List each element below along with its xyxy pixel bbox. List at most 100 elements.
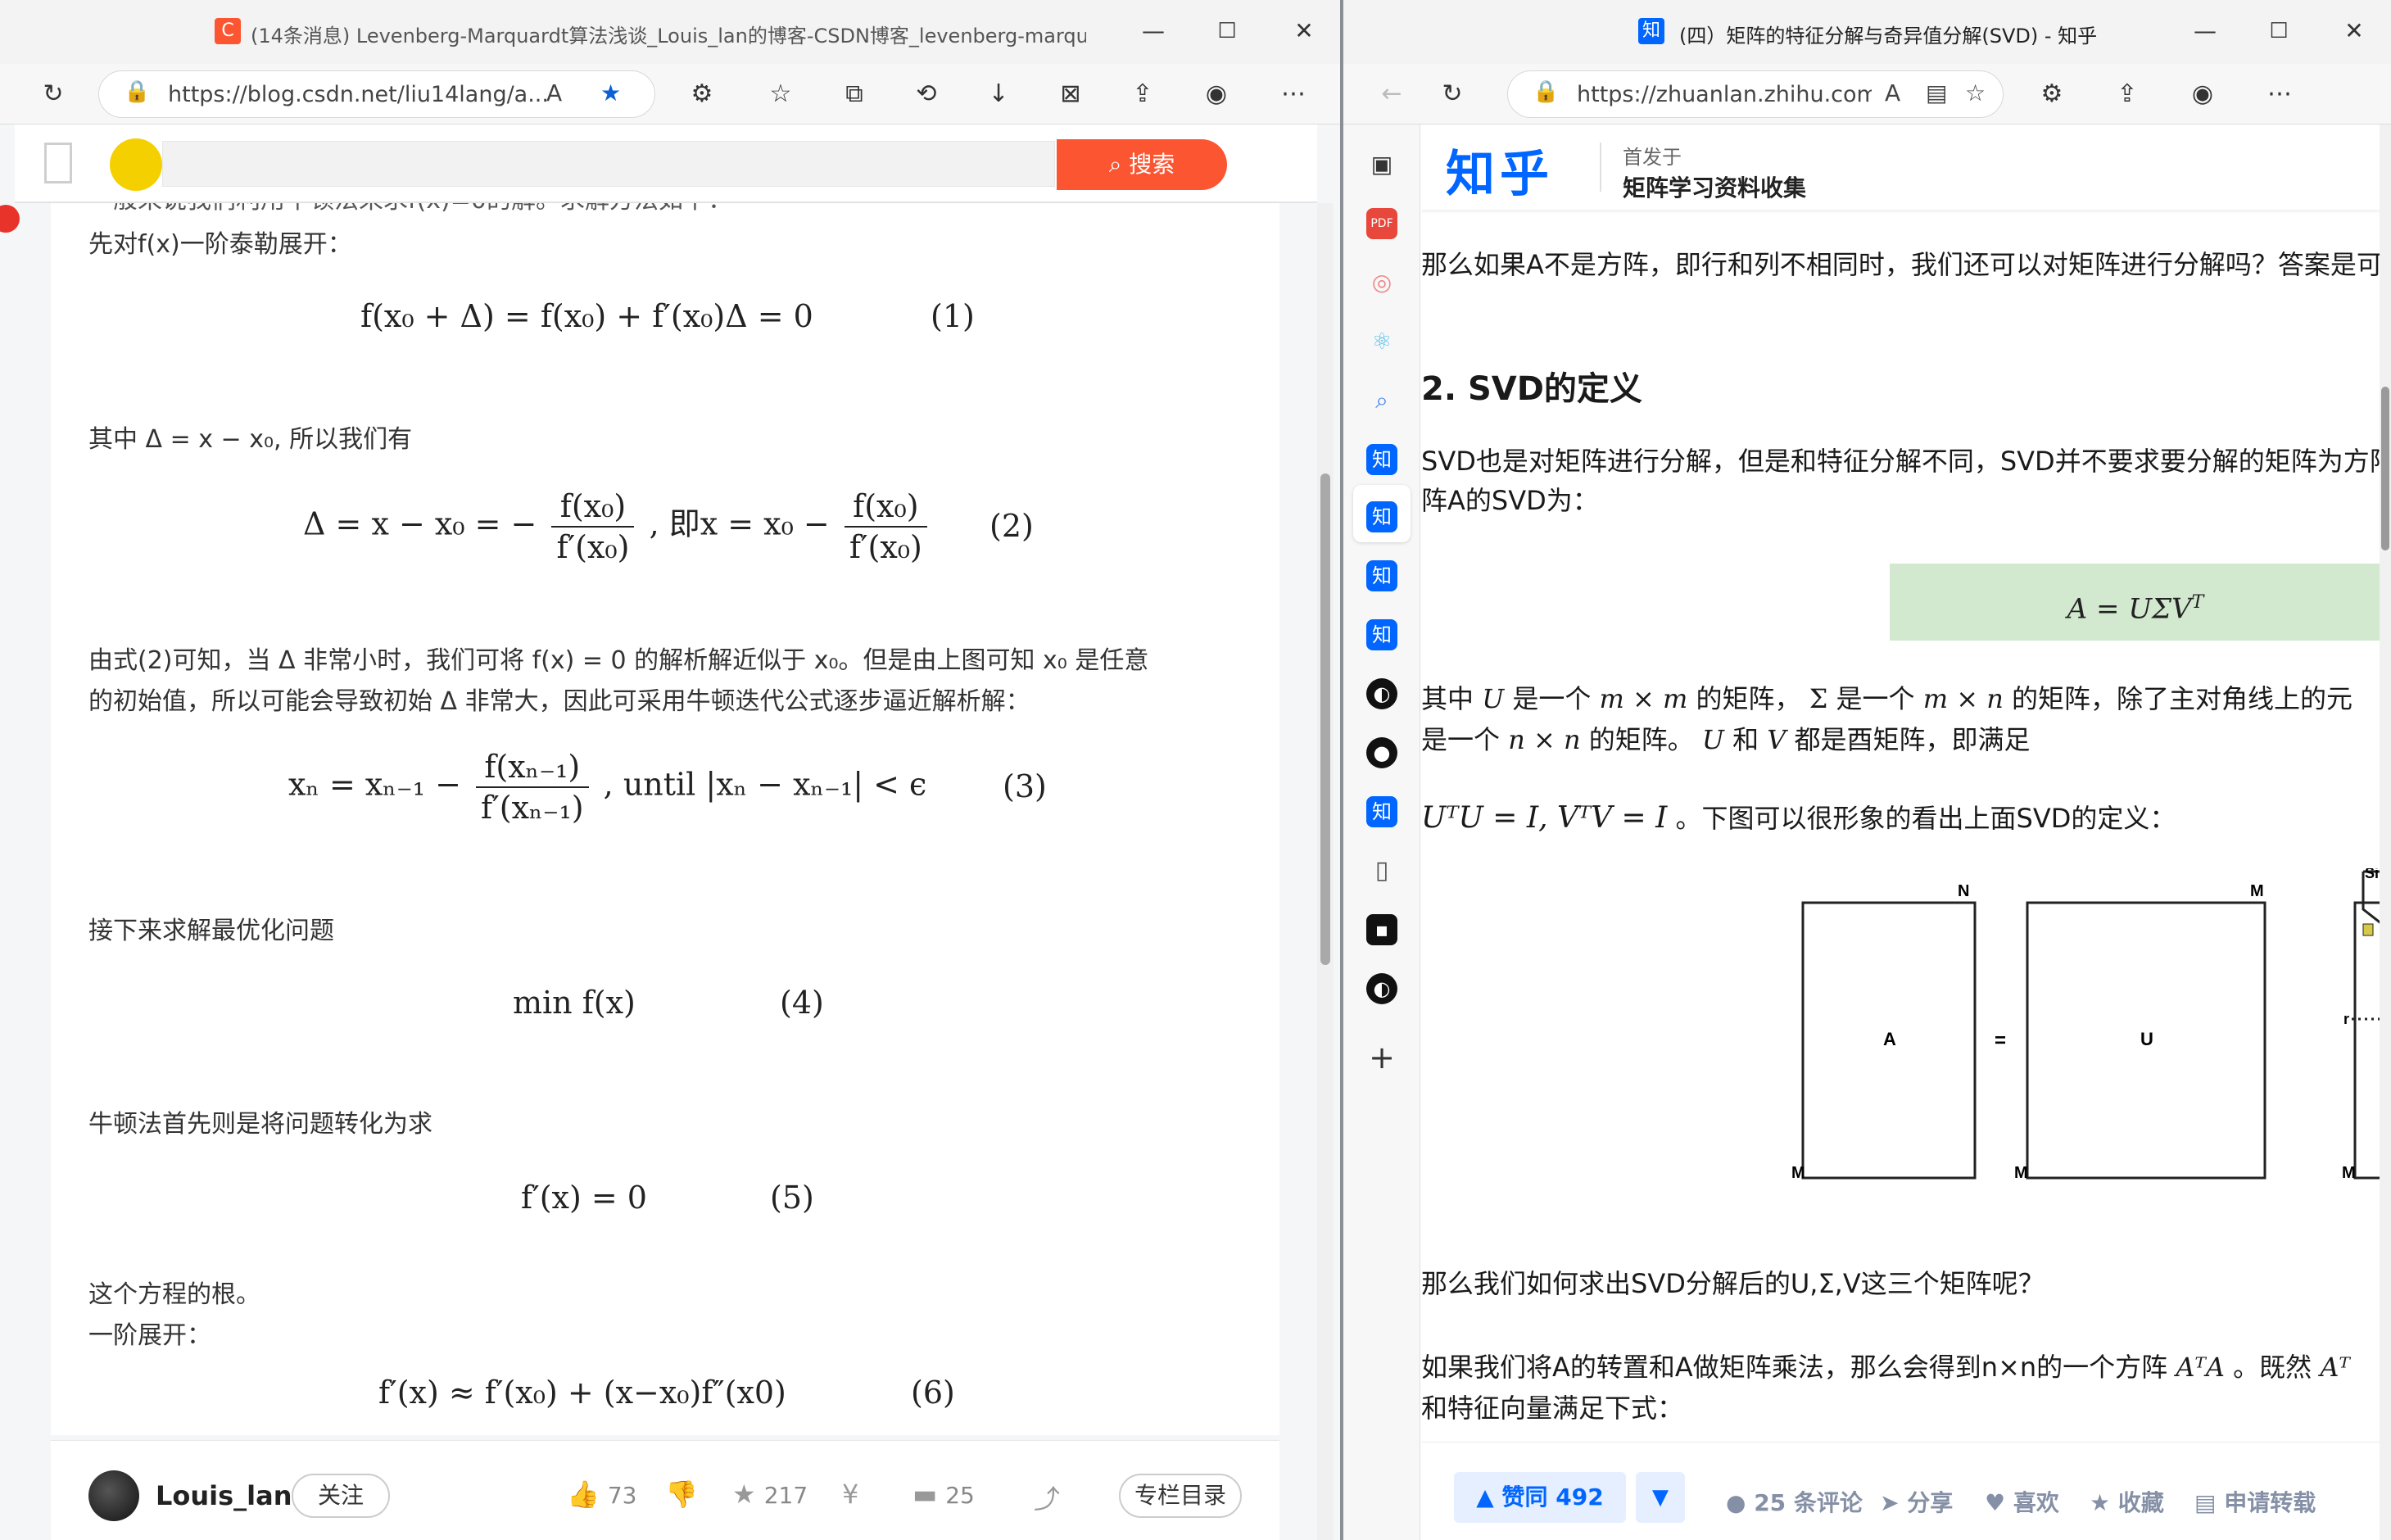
address-bar[interactable]: 🔒 https://zhuanlan.zhihu.com... A ▤ ☆ [1507, 70, 2004, 118]
comment-count: 25 [945, 1482, 975, 1509]
p6a-math-at: Aᵀ [2320, 1352, 2350, 1383]
tab-app-icon[interactable]: ▪ [1366, 914, 1397, 945]
share-icon[interactable]: ⇪ [2108, 75, 2146, 113]
download-icon[interactable]: ↓ [980, 75, 1017, 113]
csdn-page: ⌕ 搜索 一般来说我们利用牛顿法来求f(x)=0的解。求解方法如下： 先对f(x… [0, 125, 1340, 1540]
favorite-star-icon[interactable]: ★ [600, 79, 621, 106]
tab-github-icon[interactable]: ● [1366, 737, 1397, 768]
tab-dark-2-icon[interactable]: ◐ [1366, 973, 1397, 1004]
tab-seal-icon[interactable]: ◎ [1366, 267, 1397, 298]
csdn-search-button[interactable]: ⌕ 搜索 [1057, 139, 1227, 190]
formula-text: A = UΣV [2067, 592, 2192, 626]
section-heading: 2. SVD的定义 [1421, 370, 1642, 408]
read-aloud-icon[interactable]: A [546, 79, 562, 106]
equation-6: f′(x) ≈ f′(x₀) + (x−x₀)f″(x0) [378, 1375, 786, 1411]
more-menu-icon[interactable]: ⋯ [2261, 75, 2298, 113]
maximize-button[interactable]: ☐ [1211, 15, 1243, 48]
p4-text: 。下图可以很形象的看出上面SVD的定义： [1675, 803, 2176, 834]
extensions-icon[interactable]: ⚙ [683, 75, 721, 113]
new-tab-icon[interactable]: + [1366, 1042, 1397, 1073]
page-scrollbar[interactable] [2380, 125, 2391, 1540]
paragraph-2: 其中 Δ = x − x₀, 所以我们有 [88, 425, 413, 454]
paragraph-3b: 的初始值，所以可能会导致初始 Δ 非常大，因此可采用牛顿迭代公式逐步逼近解析解： [88, 687, 1030, 716]
zhihu-header: 知乎 首发于 矩阵学习资料收集 [1421, 125, 2380, 210]
tab-search-icon[interactable]: ⌕ [1366, 385, 1397, 416]
zhihu-page: 知乎 首发于 矩阵学习资料收集 那么如果A不是方阵，即行和列不相同时，我们还可以… [1421, 125, 2391, 1540]
share-icon[interactable]: ⇪ [1124, 75, 1162, 113]
avatar[interactable] [88, 1470, 139, 1521]
back-icon[interactable]: ← [1373, 75, 1411, 113]
read-aloud-icon[interactable]: A [1885, 79, 1900, 106]
url-text: https://blog.csdn.net/liu14lang/a... [168, 82, 549, 107]
tab-actions-icon[interactable]: ▣ [1366, 149, 1397, 180]
tab-zhihu-5-icon[interactable]: 知 [1366, 796, 1397, 827]
author-name[interactable]: Louis_lan [156, 1480, 292, 1511]
window-title: (四）矩阵的特征分解与奇异值分解(SVD) - 知乎 [1679, 25, 2098, 48]
like-button[interactable]: 👍 73 [567, 1479, 636, 1510]
repost-button[interactable]: ▤ 申请转载 [2194, 1485, 2316, 1518]
add-favorite-icon[interactable]: ☆ [1965, 79, 1986, 106]
reward-button[interactable]: ¥ [842, 1479, 867, 1510]
collect-label: 收藏 [2117, 1489, 2164, 1516]
label-r: r [2343, 1011, 2349, 1027]
close-button[interactable]: ✕ [2338, 15, 2371, 48]
maximize-button[interactable]: ☐ [2262, 15, 2295, 48]
equation-6-number: (6) [911, 1375, 955, 1411]
follow-button[interactable]: 关注 [292, 1474, 390, 1518]
eq3-f-num: f(xₙ₋₁) [476, 747, 589, 788]
favorite-button[interactable]: ★ 217 [732, 1479, 808, 1510]
comment-button[interactable]: ▬ 25 [912, 1479, 975, 1510]
profile-icon[interactable]: ◉ [1198, 75, 1235, 113]
eq2-fraction-2: f(x₀) f′(x₀) [844, 487, 927, 567]
paragraph-6a: 如果我们将A的转置和A做矩阵乘法，那么会得到n×n的一个方阵 AᵀA 。既然 A… [1421, 1347, 2350, 1388]
tab-zhihu-3-icon[interactable]: 知 [1366, 560, 1397, 591]
math-solver-icon[interactable]: ⊠ [1052, 75, 1089, 113]
address-bar[interactable]: 🔒 https://blog.csdn.net/liu14lang/a... A… [98, 70, 655, 118]
minimize-button[interactable]: — [2189, 15, 2221, 48]
history-icon[interactable]: ⟲ [908, 75, 945, 113]
csdn-favicon: C [215, 18, 241, 44]
comments-button[interactable]: ● 25 条评论 [1726, 1485, 1863, 1518]
refresh-icon[interactable]: ↻ [34, 75, 72, 113]
column-name[interactable]: 矩阵学习资料收集 [1623, 170, 1806, 203]
collections-icon[interactable]: ⧉ [835, 75, 873, 113]
tab-dark-icon[interactable]: ◐ [1366, 678, 1397, 709]
minimize-button[interactable]: — [1137, 15, 1170, 48]
p3b-text-3: 和 [1732, 724, 1759, 755]
share-button[interactable]: ➤ 分享 [1880, 1485, 1953, 1518]
paragraph-4: 接下来求解最优化问题 [88, 917, 334, 945]
tab-react-icon[interactable]: ⚛ [1366, 326, 1397, 357]
close-button[interactable]: ✕ [1288, 15, 1320, 48]
label-A: A [1883, 1029, 1896, 1049]
extensions-icon[interactable]: ⚙ [2033, 75, 2071, 113]
share-label: 分享 [1907, 1489, 1954, 1516]
toc-button[interactable]: 专栏目录 [1119, 1474, 1242, 1518]
like-button[interactable]: ♥ 喜欢 [1985, 1485, 2059, 1518]
csdn-search-input[interactable] [162, 141, 1055, 187]
reader-view-icon[interactable]: ▤ [1926, 79, 1947, 106]
scrollbar-thumb[interactable] [2381, 387, 2389, 550]
tab-zhihu-4-icon[interactable]: 知 [1366, 619, 1397, 650]
favorites-icon[interactable]: ☆ [762, 75, 799, 113]
page-scrollbar[interactable] [1317, 203, 1334, 1540]
csdn-menu-icon[interactable] [44, 143, 72, 183]
zhihu-logo[interactable]: 知乎 [1446, 134, 1554, 206]
article-toolbar: Louis_lan 关注 👍 73 👎 ★ 217 ¥ ▬ 25 ⤴ 专栏目录 [51, 1440, 1279, 1540]
collect-button[interactable]: ★ 收藏 [2090, 1485, 2164, 1518]
tab-zhihu-1-icon[interactable]: 知 [1366, 444, 1397, 475]
p3b-text-4: 都是酉矩阵，即满足 [1794, 724, 2031, 755]
tab-document-icon[interactable]: ▯ [1366, 855, 1397, 886]
matrix-sigma-box [2353, 901, 2380, 1180]
downvote-button[interactable]: ▼ [1636, 1472, 1685, 1523]
tab-zhihu-active-icon[interactable]: 知 [1366, 501, 1397, 532]
more-menu-icon[interactable]: ⋯ [1275, 75, 1312, 113]
p3a-math-U: U [1482, 683, 1505, 714]
tab-pdf-icon[interactable]: PDF [1366, 208, 1397, 239]
label-N: N [1958, 882, 1969, 900]
upvote-button[interactable]: ▲ 赞同 492 [1454, 1472, 1626, 1523]
scrollbar-thumb[interactable] [1320, 473, 1330, 965]
dislike-button[interactable]: 👎 [665, 1479, 706, 1510]
share-button[interactable]: ⤴ [1034, 1479, 1068, 1516]
refresh-icon[interactable]: ↻ [1433, 75, 1471, 113]
profile-icon[interactable]: ◉ [2184, 75, 2221, 113]
